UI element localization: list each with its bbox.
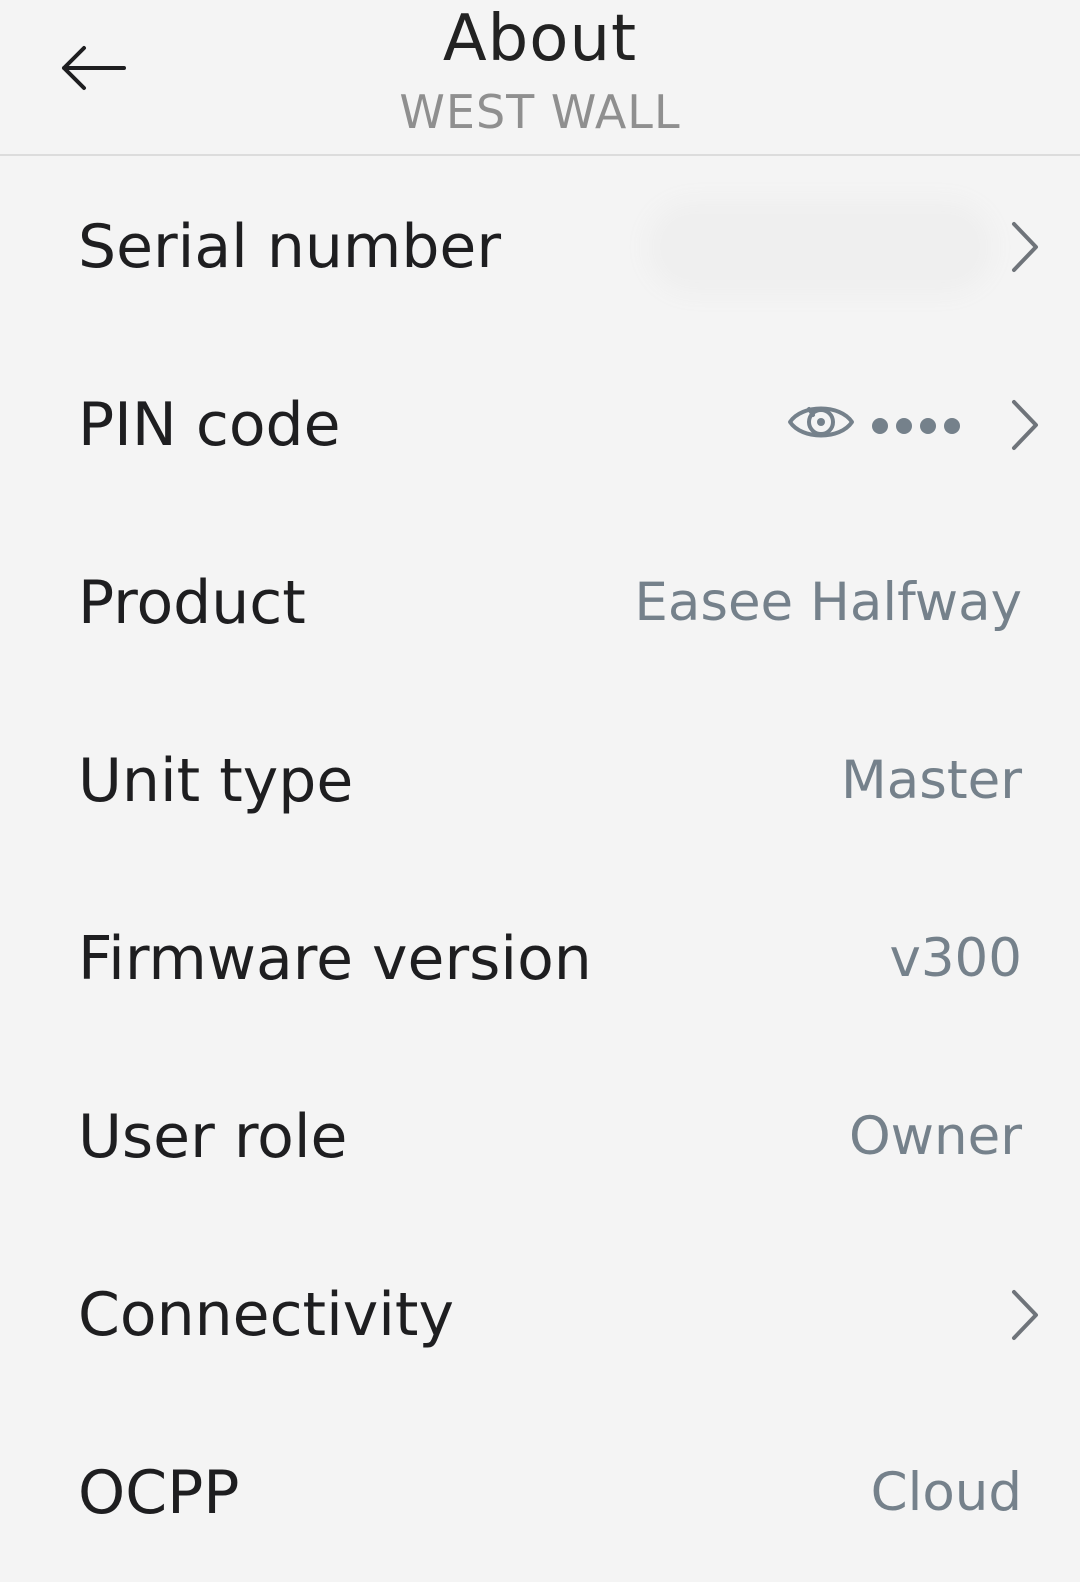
row-label: Serial number — [78, 212, 502, 282]
row-unit-type: Unit type Master — [0, 692, 1080, 870]
chevron-right-icon — [1012, 400, 1038, 450]
serial-number-redacted — [660, 214, 980, 280]
row-value: Master — [841, 750, 1022, 811]
chevron-right-icon — [1012, 222, 1038, 272]
row-firmware-version: Firmware version v300 — [0, 870, 1080, 1048]
row-label: Connectivity — [78, 1280, 454, 1350]
pin-dot — [896, 418, 912, 434]
pin-dot — [872, 418, 888, 434]
row-label: Unit type — [78, 746, 354, 816]
row-label: OCPP — [78, 1458, 240, 1528]
eye-icon[interactable] — [786, 394, 856, 450]
about-list: Serial number PIN code Product Easee Hal… — [0, 158, 1080, 1582]
row-connectivity[interactable]: Connectivity — [0, 1226, 1080, 1404]
row-value: Cloud — [870, 1462, 1022, 1523]
pin-masked-dots — [872, 406, 960, 446]
row-label: PIN code — [78, 390, 341, 460]
pin-dot — [920, 418, 936, 434]
row-serial-number[interactable]: Serial number — [0, 158, 1080, 336]
row-product: Product Easee Halfway — [0, 514, 1080, 692]
row-value: Owner — [848, 1106, 1022, 1167]
row-user-role: User role Owner — [0, 1048, 1080, 1226]
app-header: About WEST WALL — [0, 0, 1080, 156]
row-label: User role — [78, 1102, 348, 1172]
row-ocpp: OCPP Cloud — [0, 1404, 1080, 1582]
row-pin-code[interactable]: PIN code — [0, 336, 1080, 514]
pin-dot — [944, 418, 960, 434]
row-label: Product — [78, 568, 306, 638]
row-value: v300 — [889, 928, 1022, 989]
page-title: About — [442, 2, 638, 76]
row-label: Firmware version — [78, 924, 592, 994]
page-subtitle: WEST WALL — [399, 85, 681, 139]
chevron-right-icon — [1012, 1290, 1038, 1340]
row-value: Easee Halfway — [634, 572, 1022, 633]
